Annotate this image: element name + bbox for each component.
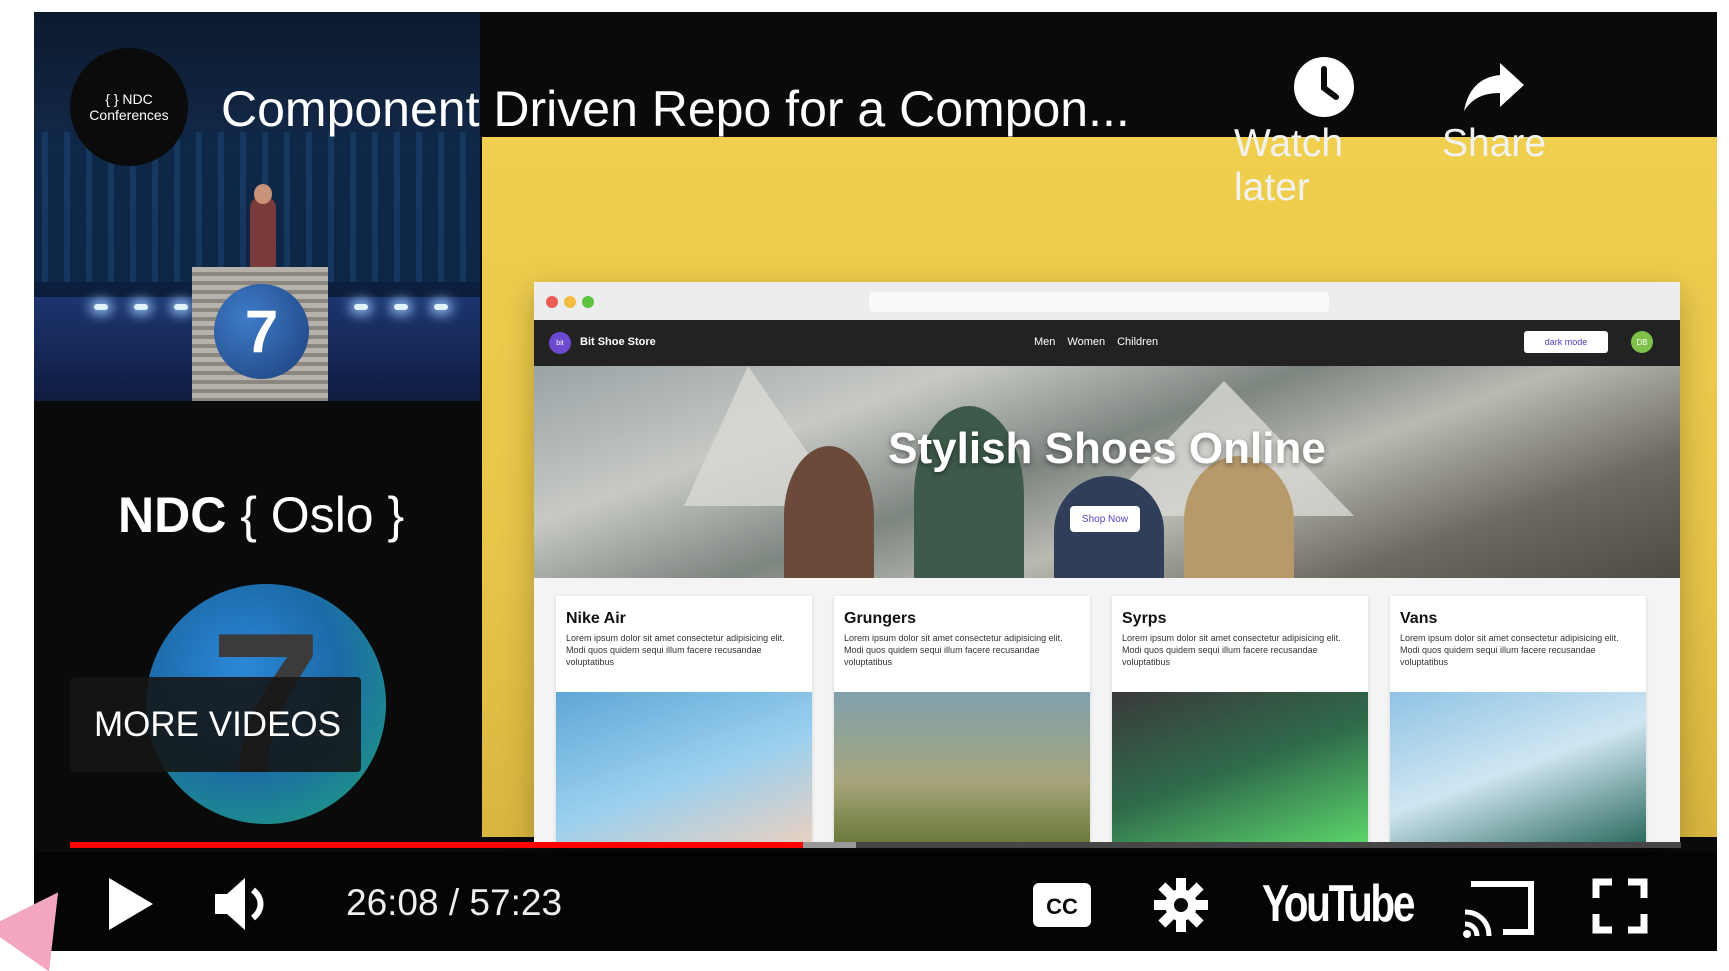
more-videos-button[interactable]: MORE VIDEOS bbox=[70, 677, 361, 772]
share-arrow-icon bbox=[1459, 52, 1529, 122]
stage-light bbox=[174, 304, 188, 310]
product-name: Vans bbox=[1400, 610, 1438, 627]
share-button[interactable]: Share bbox=[1414, 52, 1574, 166]
product-description: Lorem ipsum dolor sit amet consectetur a… bbox=[844, 633, 1063, 667]
product-image bbox=[1390, 692, 1646, 842]
gear-icon bbox=[1154, 878, 1208, 932]
fullscreen-icon bbox=[1592, 878, 1648, 934]
youtube-logo[interactable]: YouTube bbox=[1262, 874, 1415, 934]
product-description: Lorem ipsum dolor sit amet consectetur a… bbox=[1122, 633, 1341, 667]
product-card: Vans Lorem ipsum dolor sit amet consecte… bbox=[1390, 596, 1646, 842]
watch-later-label: Watch later bbox=[1234, 122, 1344, 209]
stage-light bbox=[134, 304, 148, 310]
product-name: Nike Air bbox=[566, 610, 626, 627]
stage-light bbox=[94, 304, 108, 310]
volume-icon bbox=[215, 878, 264, 930]
browser-mockup: bit Bit Shoe Store Men Women Children da… bbox=[534, 282, 1680, 842]
stage-light bbox=[394, 304, 408, 310]
stage-light bbox=[354, 304, 368, 310]
channel-name-line2: Conferences bbox=[89, 107, 169, 123]
podium-badge: 7 bbox=[214, 284, 309, 379]
play-icon bbox=[109, 878, 153, 930]
product-image bbox=[1112, 692, 1368, 842]
product-name: Syrps bbox=[1122, 610, 1167, 627]
close-dot-icon bbox=[546, 296, 558, 308]
dark-mode-button: dark mode bbox=[1524, 331, 1608, 353]
nav-link-women: Women bbox=[1067, 336, 1106, 348]
video-title[interactable]: Component Driven Repo for a Compon... bbox=[221, 80, 1130, 138]
cast-icon bbox=[1463, 881, 1534, 938]
play-button[interactable] bbox=[100, 874, 160, 934]
browser-chrome bbox=[534, 282, 1680, 320]
store-name: Bit Shoe Store bbox=[580, 336, 656, 348]
video-player[interactable]: 7 { } NDC Conferences bit Bit Shoe Store… bbox=[34, 12, 1717, 951]
settings-button[interactable] bbox=[1152, 876, 1210, 934]
nav-link-children: Children bbox=[1117, 336, 1159, 348]
product-card: Syrps Lorem ipsum dolor sit amet consect… bbox=[1112, 596, 1368, 842]
clock-icon bbox=[1289, 52, 1359, 122]
event-name-bold: NDC bbox=[118, 487, 227, 543]
watch-later-button[interactable]: Watch later bbox=[1234, 52, 1414, 210]
nav-link-men: Men bbox=[1034, 336, 1056, 348]
speaker bbox=[250, 196, 276, 276]
product-card: Nike Air Lorem ipsum dolor sit amet cons… bbox=[556, 596, 812, 842]
captions-button[interactable]: CC bbox=[1030, 880, 1094, 930]
volume-button[interactable] bbox=[210, 876, 280, 932]
hero-banner: Stylish Shoes Online Shop Now bbox=[534, 366, 1680, 578]
fullscreen-button[interactable] bbox=[1590, 876, 1650, 936]
store-navbar: bit Bit Shoe Store Men Women Children da… bbox=[534, 320, 1680, 366]
channel-avatar[interactable]: { } NDC Conferences bbox=[70, 48, 188, 166]
maximize-dot-icon bbox=[582, 296, 594, 308]
shop-now-button: Shop Now bbox=[1070, 506, 1140, 532]
channel-name-line1: { } NDC bbox=[105, 91, 153, 107]
svg-text:CC: CC bbox=[1046, 894, 1078, 919]
time-display: 26:08 / 57:23 bbox=[346, 882, 563, 923]
product-grid: Nike Air Lorem ipsum dolor sit amet cons… bbox=[534, 578, 1680, 842]
hero-title: Stylish Shoes Online bbox=[888, 424, 1326, 473]
store-logo: bit bbox=[549, 332, 571, 354]
closed-captions-icon: CC bbox=[1033, 883, 1091, 927]
product-image bbox=[834, 692, 1090, 842]
user-avatar: DB bbox=[1631, 331, 1653, 353]
product-description: Lorem ipsum dolor sit amet consectetur a… bbox=[1400, 633, 1619, 667]
address-bar bbox=[869, 292, 1329, 312]
event-name-location: { Oslo } bbox=[226, 487, 405, 543]
hiker-figure bbox=[1184, 456, 1294, 578]
product-name: Grungers bbox=[844, 610, 917, 627]
share-label: Share bbox=[1441, 122, 1547, 165]
stage-light bbox=[434, 304, 448, 310]
event-name: NDC { Oslo } bbox=[118, 486, 404, 544]
store-nav-links: Men Women Children bbox=[1034, 336, 1158, 348]
speaker-head bbox=[254, 184, 272, 204]
product-description: Lorem ipsum dolor sit amet consectetur a… bbox=[566, 633, 785, 667]
cast-button[interactable] bbox=[1460, 876, 1540, 940]
product-image bbox=[556, 692, 812, 842]
minimize-dot-icon bbox=[564, 296, 576, 308]
progress-played bbox=[70, 842, 803, 848]
product-card: Grungers Lorem ipsum dolor sit amet cons… bbox=[834, 596, 1090, 842]
